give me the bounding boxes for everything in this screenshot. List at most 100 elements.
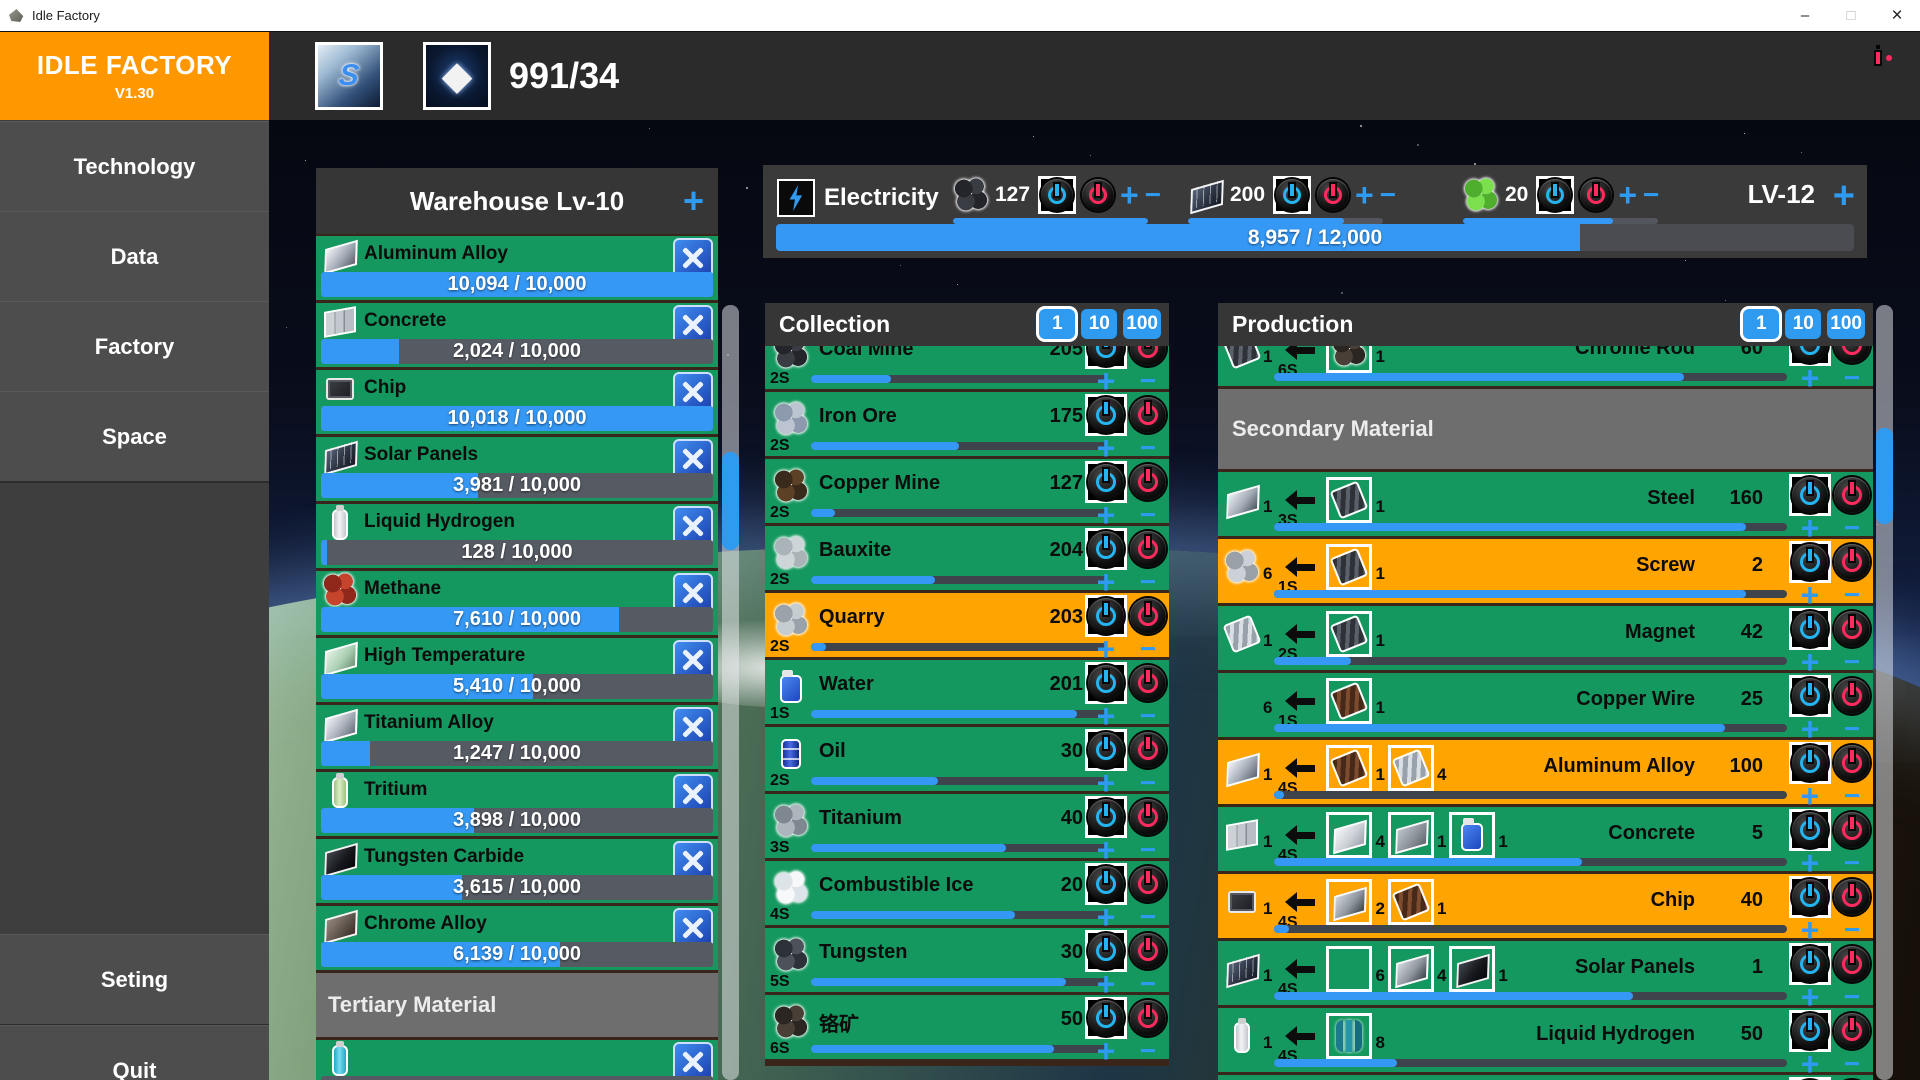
sidebar-item-space[interactable]: Space (0, 391, 269, 483)
power-off-button[interactable] (1130, 598, 1166, 634)
amount-button-10[interactable]: 10 (1785, 309, 1821, 339)
decrease-button[interactable]: − (1844, 985, 1860, 1009)
decrease-button[interactable]: − (1844, 717, 1860, 741)
power-on-button[interactable] (1789, 876, 1831, 918)
decrease-button[interactable]: − (1140, 972, 1156, 996)
increase-button[interactable]: + (1097, 771, 1116, 795)
power-on-button[interactable] (1789, 1010, 1831, 1052)
increase-button[interactable]: + (1097, 503, 1116, 527)
production-item-row[interactable]: 1411Concrete54S+− (1218, 807, 1873, 871)
power-off-button[interactable] (1834, 477, 1870, 513)
power-on-button[interactable] (1789, 675, 1831, 717)
production-scrollbar[interactable] (1876, 305, 1893, 1080)
warehouse-scrollbar[interactable] (722, 305, 739, 1080)
decrease-button[interactable]: − (1145, 183, 1161, 207)
power-on-button[interactable] (1038, 176, 1076, 214)
power-off-button[interactable] (1130, 397, 1166, 433)
decrease-button[interactable]: − (1844, 366, 1860, 390)
power-off-button[interactable] (1834, 1013, 1870, 1049)
increase-button[interactable]: + (1801, 717, 1820, 741)
production-item-row[interactable]: 61Screw21S+− (1218, 539, 1873, 603)
power-off-button[interactable] (1834, 611, 1870, 647)
decrease-button[interactable]: − (1140, 771, 1156, 795)
production-item-row[interactable]: +− (1218, 1075, 1873, 1080)
increase-button[interactable]: + (1097, 905, 1116, 929)
production-item-row[interactable]: 121Chip404S+− (1218, 874, 1873, 938)
decrease-button[interactable]: − (1140, 436, 1156, 460)
power-off-button[interactable] (1834, 745, 1870, 781)
power-on-button[interactable] (1085, 461, 1127, 503)
power-on-button[interactable] (1273, 176, 1311, 214)
decrease-button[interactable]: − (1140, 905, 1156, 929)
collection-item-row[interactable]: Bauxite2042S+− (765, 526, 1169, 590)
sidebar-item-factory[interactable]: Factory (0, 301, 269, 393)
collection-item-row[interactable]: Tungsten305S+− (765, 928, 1169, 992)
increase-button[interactable]: + (1801, 583, 1820, 607)
increase-button[interactable]: + (1355, 183, 1374, 207)
power-on-button[interactable] (1085, 394, 1127, 436)
power-on-button[interactable] (1789, 809, 1831, 851)
power-on-button[interactable] (1085, 863, 1127, 905)
increase-button[interactable]: + (1618, 183, 1637, 207)
increase-button[interactable]: + (1801, 516, 1820, 540)
sidebar-item-quit[interactable]: Quit (0, 1025, 269, 1080)
production-item-row[interactable]: 114Aluminum Alloy1004S+− (1218, 740, 1873, 804)
power-off-button[interactable] (1130, 866, 1166, 902)
increase-button[interactable]: + (1097, 436, 1116, 460)
maximize-button[interactable]: □ (1828, 0, 1874, 31)
increase-button[interactable]: + (1801, 985, 1820, 1009)
decrease-button[interactable]: − (1140, 503, 1156, 527)
collection-item-row[interactable]: Combustible Ice204S+− (765, 861, 1169, 925)
collection-item-row[interactable]: Oil302S+− (765, 727, 1169, 791)
increase-button[interactable]: + (1801, 784, 1820, 808)
collection-item-row[interactable]: Copper Mine1272S+− (765, 459, 1169, 523)
power-off-button[interactable] (1130, 1000, 1166, 1036)
power-off-button[interactable] (1130, 933, 1166, 969)
blueprint-badge-icon[interactable]: S (315, 42, 383, 110)
increase-button[interactable]: + (1801, 918, 1820, 942)
production-item-row[interactable]: 11Steel1603S+− (1218, 472, 1873, 536)
amount-button-100[interactable]: 100 (1827, 309, 1865, 339)
amount-button-100[interactable]: 100 (1123, 309, 1161, 339)
decrease-button[interactable]: − (1844, 516, 1860, 540)
craft-tools-button[interactable] (673, 1042, 713, 1080)
decrease-button[interactable]: − (1140, 1039, 1156, 1063)
increase-button[interactable]: + (1097, 838, 1116, 862)
scrollbar-thumb[interactable] (722, 452, 739, 550)
decrease-button[interactable]: − (1643, 183, 1659, 207)
collection-item-row[interactable]: Iron Ore1752S+− (765, 392, 1169, 456)
increase-button[interactable]: + (1120, 183, 1139, 207)
decrease-button[interactable]: − (1140, 369, 1156, 393)
power-off-button[interactable] (1580, 179, 1612, 211)
increase-button[interactable]: + (1097, 704, 1116, 728)
decrease-button[interactable]: − (1844, 784, 1860, 808)
power-on-button[interactable] (1789, 474, 1831, 516)
production-item-row[interactable]: 18Liquid Hydrogen504S+− (1218, 1008, 1873, 1072)
power-off-button[interactable] (1834, 544, 1870, 580)
increase-button[interactable]: + (1801, 1052, 1820, 1076)
power-on-button[interactable] (1085, 729, 1127, 771)
decrease-button[interactable]: − (1844, 1052, 1860, 1076)
power-off-button[interactable] (1130, 799, 1166, 835)
power-off-button[interactable] (1130, 464, 1166, 500)
power-off-button[interactable] (1834, 678, 1870, 714)
sidebar-item-data[interactable]: Data (0, 211, 269, 303)
decrease-button[interactable]: − (1844, 583, 1860, 607)
amount-button-1[interactable]: 1 (1743, 309, 1779, 339)
power-on-button[interactable] (1536, 176, 1574, 214)
increase-button[interactable]: + (1097, 972, 1116, 996)
close-button[interactable]: × (1874, 0, 1920, 31)
decrease-button[interactable]: − (1844, 851, 1860, 875)
increase-button[interactable]: + (1801, 366, 1820, 390)
production-item-row[interactable]: 11Magnet422S+− (1218, 606, 1873, 670)
power-off-button[interactable] (1834, 812, 1870, 848)
sidebar-item-seting[interactable]: Seting (0, 934, 269, 1026)
power-off-button[interactable] (1834, 879, 1870, 915)
increase-button[interactable]: + (1097, 570, 1116, 594)
power-on-button[interactable] (1085, 796, 1127, 838)
collection-item-row[interactable]: Water2011S+− (765, 660, 1169, 724)
power-on-button[interactable] (1789, 943, 1831, 985)
amount-button-1[interactable]: 1 (1039, 309, 1075, 339)
increase-button[interactable]: + (1097, 1039, 1116, 1063)
collection-item-row[interactable]: Quarry2032S+− (765, 593, 1169, 657)
